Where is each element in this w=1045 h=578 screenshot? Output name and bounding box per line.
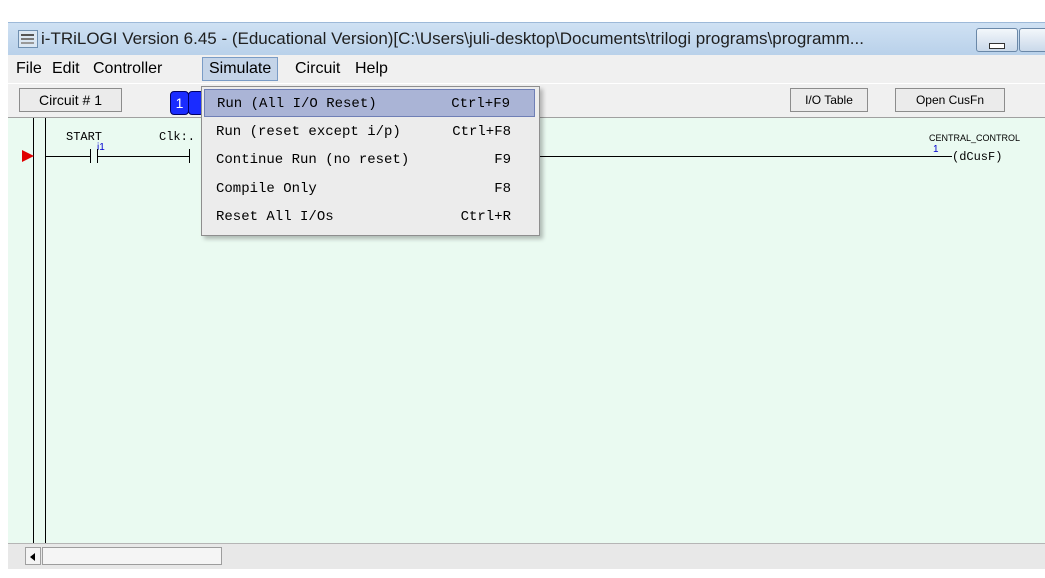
- rung-wire: [45, 156, 90, 157]
- rung-wire: [537, 156, 952, 157]
- coil-index: 1: [933, 144, 939, 155]
- power-rail-inner: [45, 118, 46, 543]
- horizontal-scrollbar[interactable]: [8, 543, 1045, 569]
- menu-item-label: Reset All I/Os: [216, 209, 334, 225]
- menu-controller[interactable]: Controller: [87, 57, 168, 81]
- menu-simulate[interactable]: Simulate: [202, 57, 279, 81]
- power-rail-left: [33, 118, 34, 543]
- contact-left-bar: [90, 149, 91, 163]
- coil-label: CENTRAL_CONTROL: [929, 133, 1021, 143]
- menu-edit[interactable]: Edit: [46, 57, 86, 81]
- menu-item-shortcut: Ctrl+F9: [451, 96, 510, 112]
- menu-item-label: Run (reset except i/p): [216, 124, 401, 140]
- contact-tag: i1: [97, 142, 105, 153]
- menu-item-label: Run (All I/O Reset): [217, 96, 377, 112]
- menu-item-shortcut: F9: [494, 152, 511, 168]
- menu-bar: File Edit Controller Simulate Circuit He…: [8, 55, 1045, 83]
- menu-item-shortcut: Ctrl+R: [460, 209, 511, 225]
- menu-item-shortcut: F8: [494, 181, 511, 197]
- coil-function: (dCusF): [952, 150, 1003, 164]
- open-cusfn-button[interactable]: Open CusFn: [895, 88, 1005, 112]
- app-icon[interactable]: [18, 30, 38, 48]
- contact-left-bar: [189, 149, 190, 163]
- title-bar[interactable]: i-TRiLOGI Version 6.45 - (Educational Ve…: [8, 22, 1045, 55]
- rung-cursor-arrow-icon: [22, 150, 34, 162]
- menu-item-label: Compile Only: [216, 181, 317, 197]
- menu-help[interactable]: Help: [349, 57, 394, 81]
- io-table-button[interactable]: I/O Table: [790, 88, 868, 112]
- menu-file[interactable]: File: [10, 57, 48, 81]
- maximize-button[interactable]: [1019, 28, 1045, 52]
- menu-item-shortcut: Ctrl+F8: [452, 124, 511, 140]
- menu-item-compile-only[interactable]: Compile Only F8: [204, 175, 535, 203]
- menu-item-label: Continue Run (no reset): [216, 152, 410, 168]
- rung-wire: [97, 156, 189, 157]
- simulate-menu-dropdown: Run (All I/O Reset) Ctrl+F9 Run (reset e…: [201, 86, 540, 236]
- window-title: i-TRiLOGI Version 6.45 - (Educational Ve…: [41, 29, 864, 48]
- minimize-button[interactable]: [976, 28, 1018, 52]
- menu-item-reset-all-ios[interactable]: Reset All I/Os Ctrl+R: [204, 203, 535, 231]
- circuit-index-badge[interactable]: 1: [170, 91, 189, 115]
- menu-item-continue-run[interactable]: Continue Run (no reset) F9: [204, 146, 535, 174]
- menu-item-run-all-io-reset[interactable]: Run (All I/O Reset) Ctrl+F9: [204, 89, 535, 117]
- menu-item-run-reset-except-ip[interactable]: Run (reset except i/p) Ctrl+F8: [204, 118, 535, 146]
- app-window: i-TRiLOGI Version 6.45 - (Educational Ve…: [0, 0, 1045, 578]
- scroll-left-icon[interactable]: [25, 547, 41, 565]
- circuit-selector-button[interactable]: Circuit # 1: [19, 88, 122, 112]
- menu-circuit[interactable]: Circuit: [289, 57, 346, 81]
- clock-label: Clk:.: [159, 130, 196, 144]
- scroll-thumb[interactable]: [42, 547, 222, 565]
